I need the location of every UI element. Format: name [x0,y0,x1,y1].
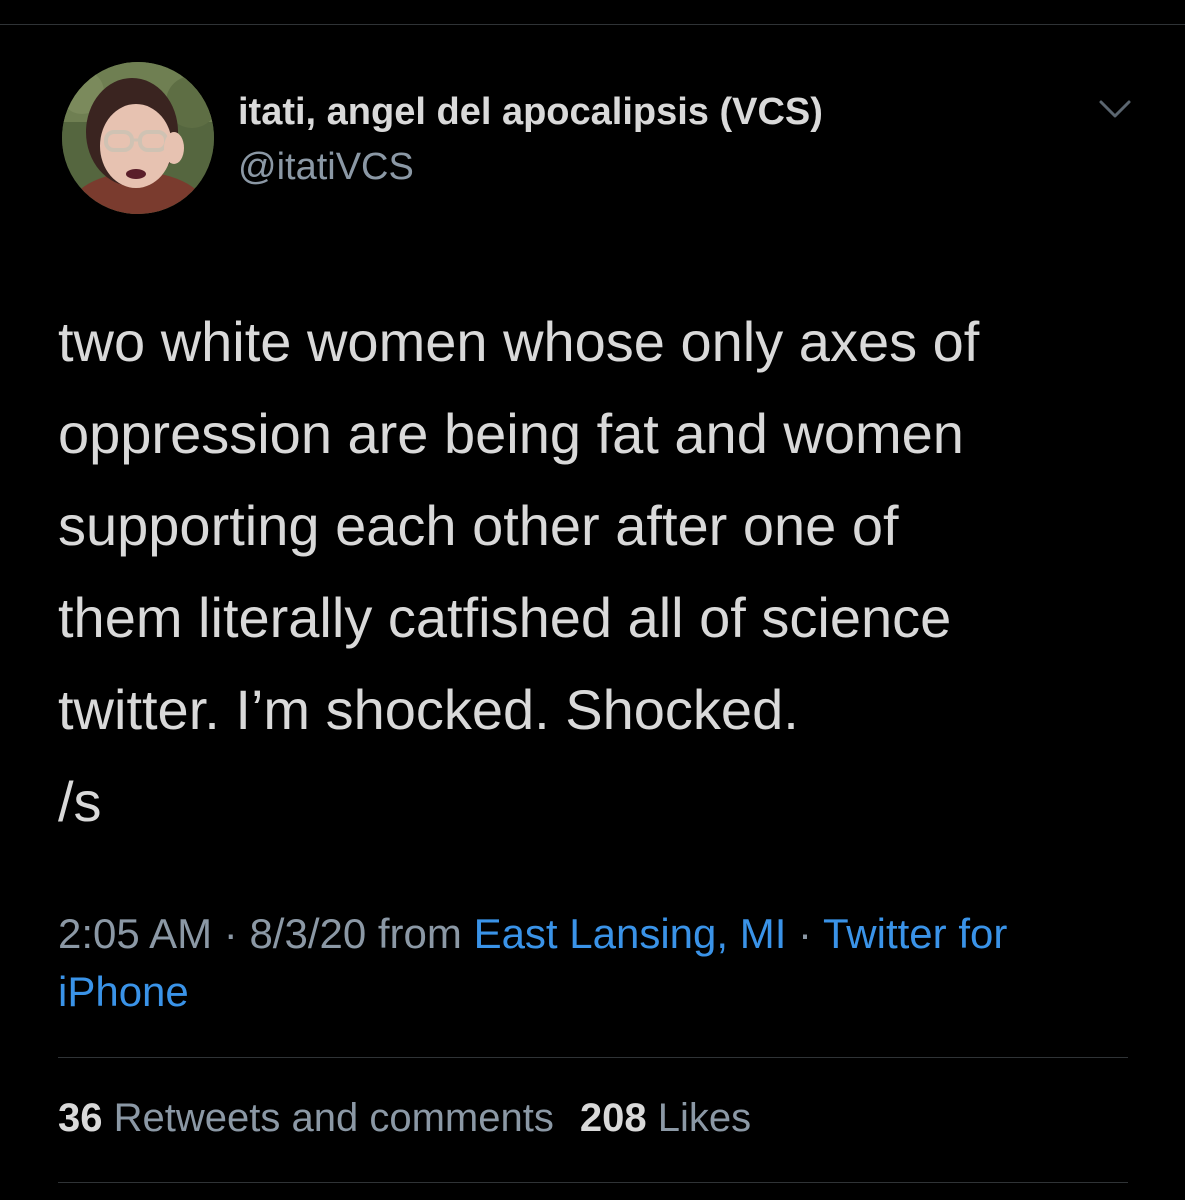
tweet: itati, angel del apocalipsis (VCS) @itat… [0,0,1185,1200]
location-link[interactable]: East Lansing, MI [474,910,787,957]
author-display-name[interactable]: itati, angel del apocalipsis (VCS) [238,89,823,135]
author-handle[interactable]: @itatiVCS [238,144,414,190]
avatar[interactable] [62,62,214,214]
bottom-divider [58,1182,1128,1183]
tweet-text: two white women whose only axes of oppre… [58,310,980,833]
chevron-down-icon[interactable] [1098,96,1132,122]
tweet-meta: 2:05 AM · 8/3/20 from East Lansing, MI ·… [58,905,1138,1021]
likes-label: Likes [657,1096,752,1140]
meta-separator: · [212,910,250,957]
tweet-time[interactable]: 2:05 AM [58,910,212,957]
likes-stat[interactable]: 208 Likes [580,1096,751,1140]
retweets-count: 36 [58,1096,103,1140]
from-label: from [366,910,474,957]
stats-divider [58,1057,1128,1058]
tweet-stats: 36 Retweets and comments 208 Likes [58,1092,751,1144]
meta-separator-2: · [786,910,823,957]
avatar-image [62,62,214,214]
likes-count: 208 [579,1096,647,1140]
retweets-label: Retweets and comments [113,1096,554,1140]
retweets-stat[interactable]: 36 Retweets and comments [58,1096,554,1140]
tweet-date[interactable]: 8/3/20 [249,910,366,957]
